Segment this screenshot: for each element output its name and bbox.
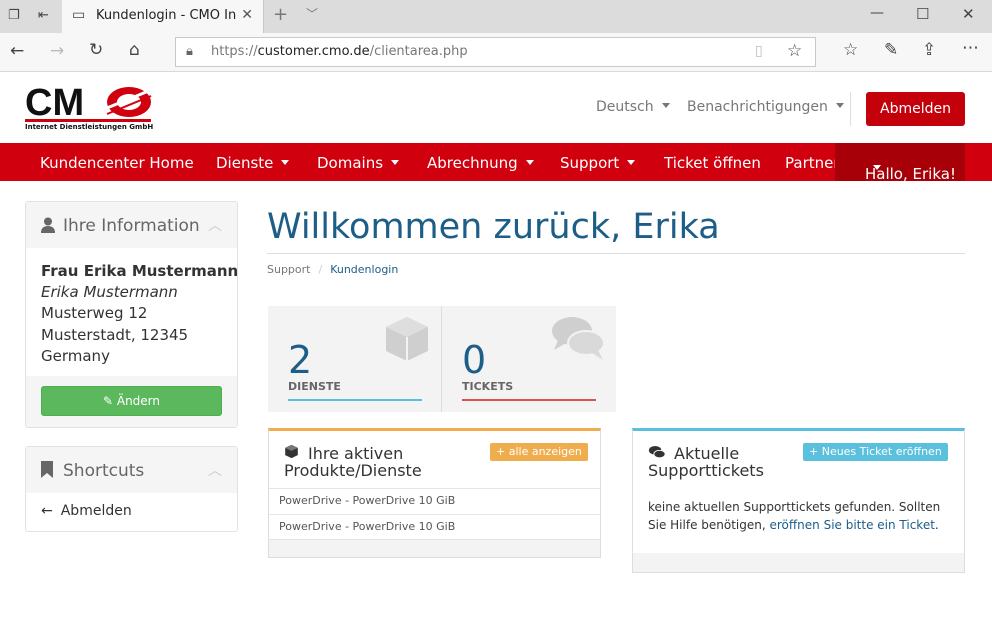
back-icon[interactable]: ← (10, 43, 24, 60)
chevron-up-icon[interactable]: ︿ (208, 215, 222, 235)
table-row[interactable]: PowerDrive - PowerDrive 10 GiB (269, 514, 600, 539)
more-menu-icon[interactable]: ⋯ (962, 40, 979, 57)
home-icon[interactable]: ⌂ (129, 42, 140, 59)
tab-manager-icon[interactable]: ❐ (8, 9, 20, 22)
shortcuts-panel: Shortcuts ︿ ← Abmelden (25, 446, 238, 532)
your-information-panel: Ihre Information ︿ Frau Erika Mustermann… (25, 201, 238, 428)
customer-country: Germany (41, 347, 110, 365)
panel-header[interactable]: Shortcuts ︿ (26, 447, 237, 493)
shortcut-logout-link[interactable]: ← Abmelden (41, 503, 132, 519)
panel-title: Shortcuts (63, 461, 145, 481)
main-navigation: Kundencenter Home Dienste Domains Abrech… (0, 143, 992, 183)
url-text: https://customer.cmo.de/clientarea.php (211, 44, 468, 59)
reading-view-icon[interactable]: ▯ (755, 44, 763, 58)
notifications-dropdown[interactable]: Benachrichtigungen (687, 99, 844, 115)
services-count: 2 (288, 338, 313, 382)
card-footer (633, 553, 964, 572)
tab-preview-chevron-icon[interactable]: ﹀ (306, 8, 318, 20)
bookmark-icon (41, 461, 53, 482)
open-ticket-link[interactable]: eröffnen Sie bitte ein Ticket (770, 518, 935, 532)
new-ticket-button[interactable]: + Neues Ticket eröffnen (803, 443, 948, 461)
support-tickets-card: Aktuelle Supporttickets + Neues Ticket er… (632, 428, 965, 573)
breadcrumb-item-current: Kundenlogin (330, 263, 399, 276)
close-tab-icon[interactable]: ✕ (241, 7, 253, 23)
customer-city: Musterstadt, 12345 (41, 326, 189, 344)
active-products-card: Ihre aktiven Produkte/Dienste + alle anze… (268, 428, 601, 558)
customer-name: Frau Erika Mustermann (41, 262, 239, 280)
language-dropdown[interactable]: Deutsch (596, 99, 670, 115)
cube-icon (382, 314, 432, 368)
tickets-tile[interactable]: 0 TICKETS (442, 306, 616, 412)
refresh-icon[interactable]: ↻ (89, 42, 103, 59)
customer-company: Erika Mustermann (41, 283, 178, 301)
svg-text:CM: CM (25, 82, 84, 124)
card-title: Aktuelle Supporttickets (648, 444, 764, 480)
pencil-icon: ✎ (102, 394, 117, 408)
favorite-star-icon[interactable]: ☆ (787, 43, 802, 60)
chevron-up-icon[interactable]: ︿ (208, 460, 222, 480)
breadcrumb-item-support[interactable]: Support (267, 263, 310, 276)
page-title: Willkommen zurück, Erika (267, 207, 720, 247)
services-bar (288, 399, 422, 401)
title-divider (267, 253, 965, 254)
customer-street: Musterweg 12 (41, 304, 148, 322)
card-title: Ihre aktiven Produkte/Dienste (284, 444, 422, 480)
services-label: DIENSTE (288, 380, 341, 393)
page-icon: ▭ (72, 7, 86, 23)
edit-info-button[interactable]: ✎ Ändern (41, 386, 222, 416)
panel-title: Ihre Information (63, 216, 200, 236)
favorites-icon[interactable]: ☆ (843, 42, 858, 59)
header-divider (850, 92, 851, 126)
user-icon (41, 217, 55, 236)
tab-title: Kundenlogin - CMO Internet Dienstleistun… (96, 8, 236, 23)
tickets-count: 0 (462, 338, 487, 382)
browser-tab-bar: ❐ ⇤ ▭ Kundenlogin - CMO Internet Dienstl… (0, 0, 992, 33)
arrow-left-icon: ← (41, 503, 53, 519)
table-row[interactable]: PowerDrive - PowerDrive 10 GiB (269, 488, 600, 513)
nav-item-open-ticket[interactable]: Ticket öffnen (664, 154, 761, 172)
nav-item-home[interactable]: Kundencenter Home (40, 154, 194, 172)
url-input[interactable]: 🔒︎ https://customer.cmo.de/clientarea.ph… (175, 37, 816, 67)
nav-item-services[interactable]: Dienste (216, 154, 290, 172)
panel-header[interactable]: Ihre Information ︿ (26, 202, 237, 248)
notes-pen-icon[interactable]: ✎ (884, 42, 898, 59)
lock-icon: 🔒︎ (186, 44, 193, 59)
forward-icon[interactable]: → (50, 43, 64, 60)
set-aside-tabs-icon[interactable]: ⇤ (38, 9, 49, 22)
view-all-button[interactable]: + alle anzeigen (490, 443, 588, 461)
nav-item-billing[interactable]: Abrechnung (427, 154, 534, 172)
breadcrumb: Support / Kundenlogin (267, 263, 399, 276)
nav-item-partner[interactable]: Partner (785, 154, 840, 172)
no-tickets-text: keine aktuellen Supporttickets gefunden.… (648, 500, 941, 532)
tickets-label: TICKETS (462, 380, 514, 393)
share-icon[interactable]: ⇪ (922, 42, 936, 59)
logo-tagline: Internet Dienstleistungen GmbH (25, 123, 154, 131)
tickets-bar (462, 399, 596, 401)
nav-item-domains[interactable]: Domains (317, 154, 400, 172)
card-footer (269, 539, 600, 557)
browser-tab[interactable]: ▭ Kundenlogin - CMO Internet Dienstleist… (62, 0, 264, 33)
cmo-logo[interactable]: CM Internet Dienstleistungen GmbH (25, 82, 153, 134)
minimize-icon[interactable]: — (870, 6, 884, 20)
address-bar-row: ← → ↻ ⌂ 🔒︎ https://customer.cmo.de/clien… (0, 33, 992, 72)
logout-button[interactable]: Abmelden (866, 92, 965, 126)
user-menu[interactable]: Hallo, Erika! (835, 143, 965, 183)
nav-item-support[interactable]: Support (560, 154, 636, 172)
close-window-icon[interactable]: ✕ (962, 7, 975, 22)
maximize-icon[interactable]: ☐ (916, 7, 929, 22)
comments-icon (550, 314, 606, 366)
services-tile[interactable]: 2 DIENSTE (268, 306, 442, 412)
new-tab-icon[interactable]: + (273, 6, 288, 24)
